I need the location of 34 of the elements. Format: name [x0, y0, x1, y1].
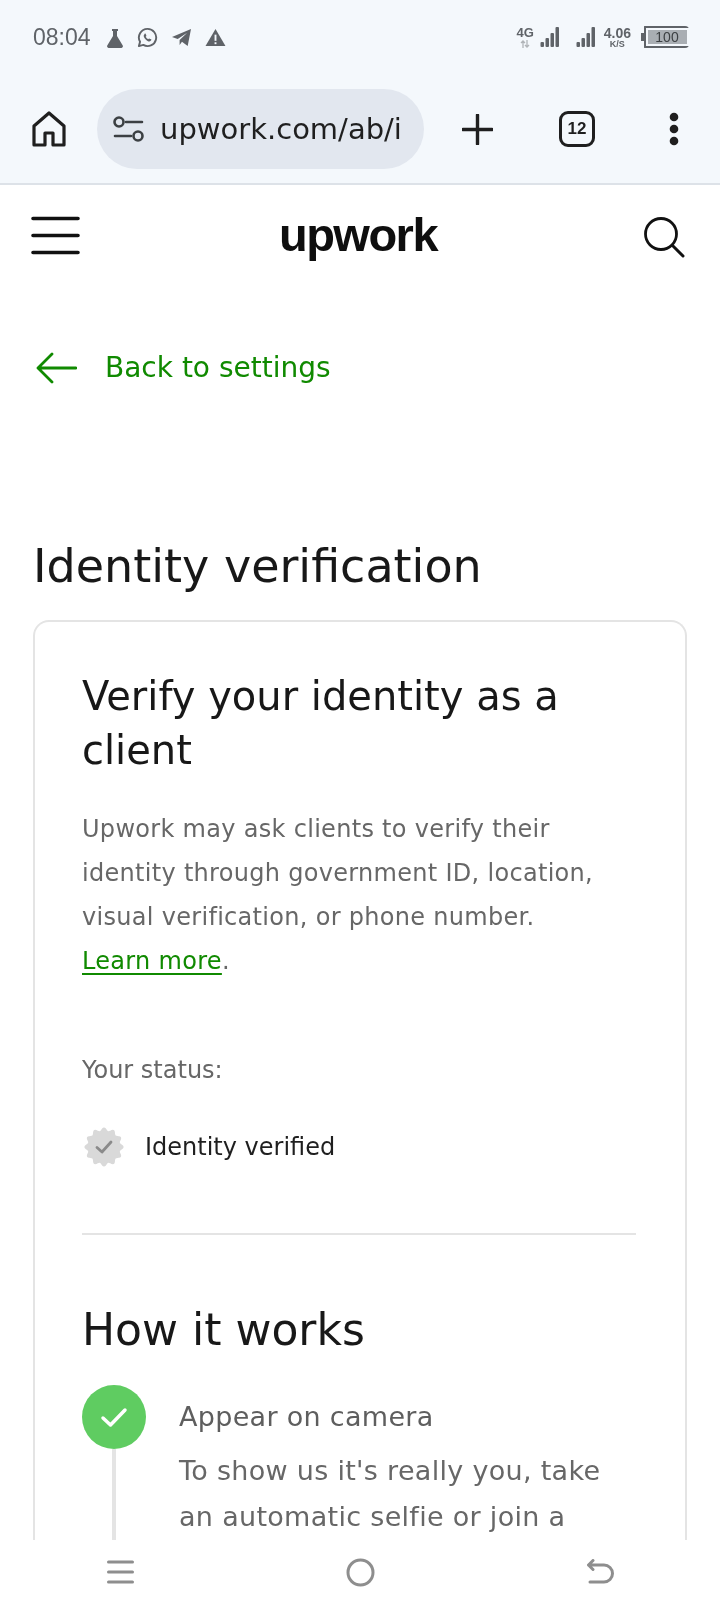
flask-icon [105, 27, 124, 48]
data-arrows-icon [520, 40, 531, 49]
plus-icon[interactable] [462, 113, 493, 145]
tune-icon [113, 116, 144, 142]
speed-value: 4.06 [603, 25, 631, 40]
card-title: Verify your identity as a client [82, 672, 560, 775]
address-bar[interactable]: upwork.com/ab/i [97, 89, 424, 169]
tab-count-button[interactable]: 12 [559, 111, 595, 147]
status-time: 08:04 [33, 26, 91, 49]
signal-icon [539, 26, 560, 49]
network-type: 4G [516, 26, 534, 40]
learn-more-link[interactable]: Learn more [82, 947, 222, 975]
step-title: Appear on camera [179, 1400, 435, 1434]
menu-icon[interactable] [31, 215, 80, 255]
battery-indicator: 100 [641, 26, 689, 49]
more-icon[interactable] [669, 112, 679, 146]
paper-plane-icon [170, 28, 192, 47]
search-icon[interactable] [643, 216, 685, 258]
section-title: How it works [82, 1303, 366, 1357]
back-icon[interactable] [586, 1559, 614, 1585]
warning-icon [204, 28, 226, 47]
signal-icon [575, 26, 596, 49]
home-icon[interactable] [32, 111, 66, 147]
page-title: Identity verification [33, 538, 483, 594]
circle-icon[interactable] [345, 1557, 375, 1587]
status-label: Your status: [82, 1055, 224, 1086]
back-link[interactable]: Back to settings [36, 350, 331, 386]
arrow-left-icon [36, 352, 77, 384]
site-logo[interactable]: upwork [278, 209, 438, 265]
step-description: To show us it's really you, take an automatic selfie or join a [179, 1454, 602, 1534]
speed-unit: K/S [609, 39, 625, 50]
status-text: Identity verified [145, 1132, 336, 1163]
description-text: Upwork may ask clients to verify their identity through government ID, location, visual verification, or phone number. Learn more. [82, 814, 595, 977]
chat-bubble-icon [136, 27, 158, 48]
